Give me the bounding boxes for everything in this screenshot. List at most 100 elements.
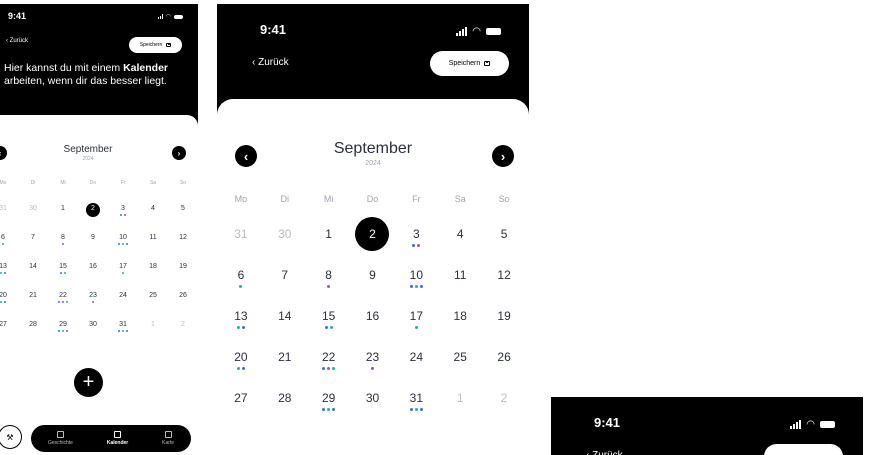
calendar-day[interactable]: 22: [307, 350, 351, 391]
event-dot: [0, 272, 2, 274]
calendar-day[interactable]: 13: [0, 263, 18, 292]
calendar-day[interactable]: 25: [138, 292, 168, 321]
calendar-day[interactable]: 9: [78, 234, 108, 263]
calendar-day[interactable]: 30: [351, 391, 395, 432]
calendar-day[interactable]: 28: [263, 391, 307, 432]
calendar-day[interactable]: 22: [48, 292, 78, 321]
tab-karte[interactable]: Karte: [162, 431, 174, 446]
calendar-day[interactable]: 8: [307, 268, 351, 309]
status-indicators: ◠: [456, 26, 501, 37]
calendar-day[interactable]: 9: [351, 268, 395, 309]
calendar-day[interactable]: 29: [48, 321, 78, 350]
calendar-day[interactable]: 2: [168, 321, 198, 350]
calendar-day[interactable]: 16: [351, 309, 395, 350]
calendar-day[interactable]: 26: [482, 350, 526, 391]
calendar-day[interactable]: 3: [394, 227, 438, 268]
calendar-day[interactable]: 5: [482, 227, 526, 268]
calendar-day[interactable]: 25: [438, 350, 482, 391]
calendar-day[interactable]: 14: [263, 309, 307, 350]
calendar-day[interactable]: 7: [18, 234, 48, 263]
calendar-day[interactable]: 17: [394, 309, 438, 350]
event-dot: [58, 301, 60, 303]
save-button[interactable]: Speichern: [129, 37, 182, 53]
settings-button[interactable]: ⚒: [0, 425, 22, 449]
tab-kalender[interactable]: Kalender: [107, 431, 128, 446]
calendar-day[interactable]: 31: [394, 391, 438, 432]
day-number: 2: [181, 321, 185, 328]
back-button[interactable]: ‹ Zurück: [252, 57, 289, 68]
calendar-day[interactable]: 15: [307, 309, 351, 350]
event-dot: [370, 367, 374, 370]
event-dot: [66, 301, 68, 303]
back-button[interactable]: ‹ Zurück: [6, 38, 28, 44]
calendar-day-selected[interactable]: 2: [351, 217, 395, 268]
calendar-day[interactable]: 4: [438, 227, 482, 268]
calendar-day-selected[interactable]: 2: [78, 202, 108, 234]
calendar-day[interactable]: 18: [438, 309, 482, 350]
next-month-button[interactable]: ›: [172, 146, 186, 160]
calendar-day[interactable]: 20: [0, 292, 18, 321]
calendar-day[interactable]: 27: [0, 321, 18, 350]
event-dot: [64, 272, 66, 274]
calendar-day[interactable]: 12: [482, 268, 526, 309]
calendar-day[interactable]: 15: [48, 263, 78, 292]
save-button[interactable]: Speichern: [430, 51, 509, 76]
prev-month-button[interactable]: ‹: [235, 145, 257, 167]
calendar-day[interactable]: 30: [78, 321, 108, 350]
calendar-day[interactable]: 3: [108, 205, 138, 234]
calendar-day[interactable]: 11: [138, 234, 168, 263]
calendar-day[interactable]: 11: [438, 268, 482, 309]
calendar-day[interactable]: 31: [219, 227, 263, 268]
tab-geschichte[interactable]: Geschichte: [48, 431, 73, 446]
calendar-day[interactable]: 31: [108, 321, 138, 350]
calendar-day[interactable]: 19: [168, 263, 198, 292]
calendar-day[interactable]: 10: [394, 268, 438, 309]
day-number: 28: [29, 321, 37, 328]
calendar-day[interactable]: 21: [263, 350, 307, 391]
calendar-day[interactable]: 24: [108, 292, 138, 321]
calendar-day[interactable]: 1: [307, 227, 351, 268]
calendar-day[interactable]: 28: [18, 321, 48, 350]
calendar-day[interactable]: 10: [108, 234, 138, 263]
calendar-day[interactable]: 1: [138, 321, 168, 350]
calendar-day[interactable]: 24: [394, 350, 438, 391]
calendar-day[interactable]: 1: [48, 205, 78, 234]
calendar-day[interactable]: 1: [438, 391, 482, 432]
calendar-day[interactable]: 31: [0, 205, 18, 234]
calendar-day[interactable]: 26: [168, 292, 198, 321]
add-entry-button[interactable]: +: [74, 368, 103, 397]
calendar-day[interactable]: 30: [263, 227, 307, 268]
prev-month-button[interactable]: ‹: [0, 146, 7, 160]
calendar-day[interactable]: 7: [263, 268, 307, 309]
event-dots: [307, 285, 351, 288]
event-dot: [58, 330, 60, 332]
calendar-day[interactable]: 21: [18, 292, 48, 321]
calendar-day[interactable]: 5: [168, 205, 198, 234]
calendar-day[interactable]: 20: [219, 350, 263, 391]
plus-icon: +: [82, 371, 95, 393]
next-month-button[interactable]: ›: [492, 145, 514, 167]
calendar-day[interactable]: 17: [108, 263, 138, 292]
calendar-day[interactable]: 4: [138, 205, 168, 234]
calendar-day[interactable]: 6: [219, 268, 263, 309]
calendar-day[interactable]: 8: [48, 234, 78, 263]
day-number: 23: [89, 292, 97, 299]
day-number: 11: [453, 268, 467, 282]
calendar-day[interactable]: 16: [78, 263, 108, 292]
calendar-day[interactable]: 12: [168, 234, 198, 263]
calendar-day[interactable]: 2: [482, 391, 526, 432]
event-dot: [118, 330, 120, 332]
calendar-day[interactable]: 18: [138, 263, 168, 292]
calendar-day[interactable]: 14: [18, 263, 48, 292]
back-button[interactable]: ‹ Zurück: [586, 450, 623, 455]
calendar-day[interactable]: 23: [78, 292, 108, 321]
day-number: 25: [149, 292, 157, 299]
calendar-day[interactable]: 13: [219, 309, 263, 350]
calendar-day[interactable]: 6: [0, 234, 18, 263]
calendar-day[interactable]: 30: [18, 205, 48, 234]
calendar-day[interactable]: 27: [219, 391, 263, 432]
calendar-day[interactable]: 19: [482, 309, 526, 350]
calendar-day[interactable]: 23: [351, 350, 395, 391]
calendar-day[interactable]: 29: [307, 391, 351, 432]
save-button[interactable]: [764, 444, 843, 455]
